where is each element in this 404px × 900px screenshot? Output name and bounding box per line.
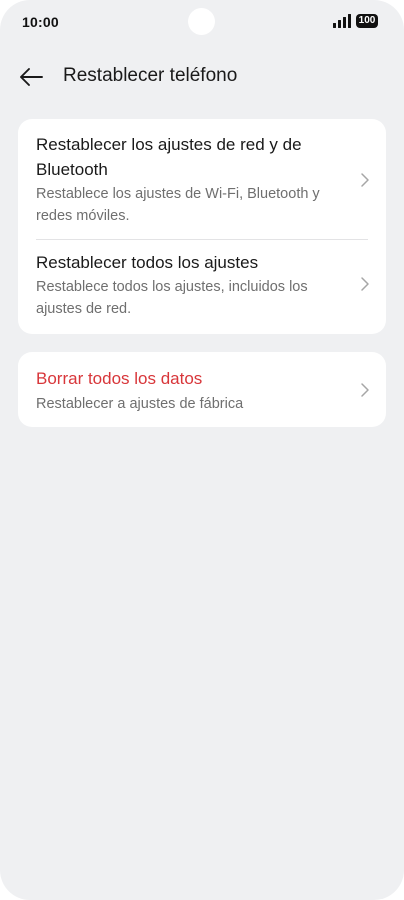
app-header: Restablecer teléfono: [0, 52, 404, 100]
status-time: 10:00: [22, 14, 59, 30]
item-title: Restablecer los ajustes de red y de Blue…: [36, 135, 302, 179]
back-button[interactable]: [14, 60, 48, 94]
item-title: Borrar todos los datos: [36, 369, 203, 388]
status-bar: 10:00 100: [0, 0, 404, 46]
camera-cutout: [188, 8, 215, 35]
item-subtitle: Restablece los ajustes de Wi-Fi, Bluetoo…: [36, 186, 320, 224]
reset-all-settings-item[interactable]: Restablecer todos los ajustes Restablece…: [18, 240, 386, 334]
arrow-left-icon: [20, 68, 43, 86]
item-subtitle: Restablecer a ajustes de fábrica: [36, 396, 244, 412]
settings-card-erase: Borrar todos los datos Restablecer a aju…: [18, 352, 386, 427]
chevron-right-icon: [361, 383, 369, 397]
chevron-right-icon: [361, 173, 369, 187]
chevron-right-icon: [361, 277, 369, 291]
page-title: Restablecer teléfono: [63, 65, 238, 86]
battery-icon: 100: [356, 14, 378, 28]
status-icons: 100: [333, 14, 378, 28]
settings-card-network: Restablecer los ajustes de red y de Blue…: [18, 119, 386, 334]
reset-network-bluetooth-item[interactable]: Restablecer los ajustes de red y de Blue…: [18, 119, 386, 239]
item-subtitle: Restablece todos los ajustes, incluidos …: [36, 279, 308, 317]
signal-icon: [333, 14, 351, 28]
phone-screen: 10:00 100 Restablecer teléfono Restablec…: [0, 0, 404, 900]
item-title: Restablecer todos los ajustes: [36, 253, 259, 272]
erase-all-data-item[interactable]: Borrar todos los datos Restablecer a aju…: [18, 352, 386, 427]
